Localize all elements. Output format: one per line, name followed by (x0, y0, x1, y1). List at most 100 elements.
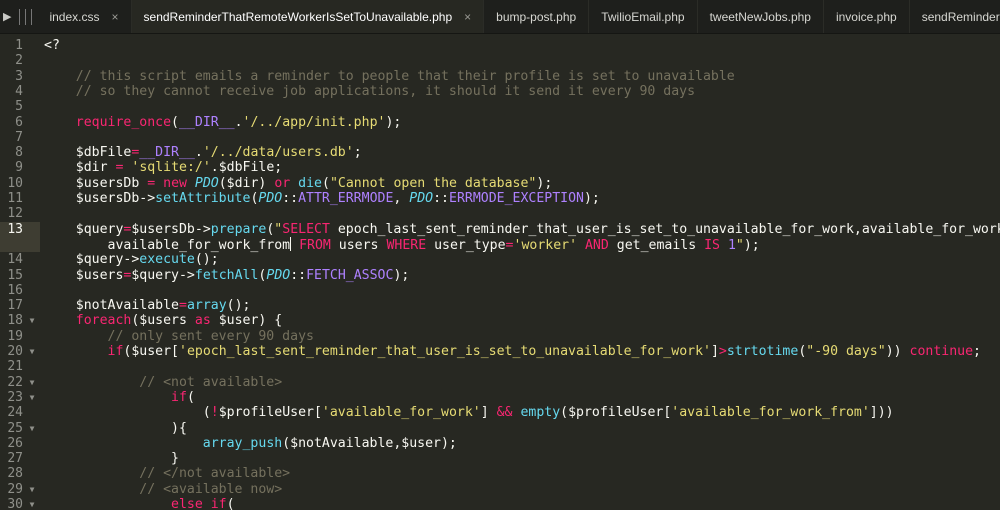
divider-icon (31, 8, 33, 25)
fold-arrow-icon[interactable]: ▼ (27, 390, 37, 405)
line-number: 28 (7, 466, 23, 482)
code-token: __DIR__ (139, 145, 195, 161)
code-line: available_for_work_from FROM users WHERE… (44, 236, 760, 253)
code-token: ] (710, 344, 719, 359)
divider-icon (25, 8, 27, 25)
code-editor[interactable]: <? // this script emails a reminder to p… (44, 34, 1000, 510)
code-line: ){ (44, 421, 187, 436)
tab-4[interactable]: tweetNewJobs.php (698, 0, 824, 33)
code-token: ( (44, 405, 211, 421)
tab-1[interactable]: sendReminderThatRemoteWorkerIsSetToUnava… (131, 0, 485, 33)
line-number: 30 (7, 497, 23, 510)
line-number: 15 (7, 267, 23, 283)
code-token: continue (909, 344, 974, 359)
line-number: 8 (15, 145, 23, 161)
tab-label: bump-post.php (496, 9, 577, 24)
code-token: $query-> (44, 252, 140, 268)
code-token: users (330, 237, 387, 253)
code-token: ; (973, 344, 981, 359)
close-icon[interactable]: × (112, 10, 119, 24)
code-token: :: (290, 267, 307, 283)
code-line: // <available now> (44, 482, 282, 497)
code-token: PDO (258, 191, 283, 206)
code-line: $users=$query->fetchAll(PDO::FETCH_ASSOC… (44, 267, 410, 283)
play-icon[interactable]: ▶ (3, 10, 11, 23)
code-token: empty (520, 405, 561, 421)
code-line: else if( (44, 497, 235, 510)
fold-arrow-icon[interactable]: ▼ (27, 497, 37, 510)
code-token: available_for_work_from (44, 237, 291, 253)
code-token: $notAvailable (44, 298, 179, 314)
code-token: ); (393, 267, 410, 283)
divider-icon (19, 8, 21, 25)
tab-label: sendReminderThatRemoteWorkerIsSetToUnava… (143, 9, 453, 24)
current-line-highlight (0, 236, 40, 253)
close-icon[interactable]: × (464, 10, 471, 24)
fold-arrow-icon[interactable]: ▼ (27, 313, 37, 328)
line-number: 2 (15, 53, 23, 69)
code-token: ($users (131, 313, 195, 329)
tab-6[interactable]: sendReminderThatJobAutoBumpSc (910, 0, 1000, 33)
code-line: $usersDb->setAttribute(PDO::ATTR_ERRMODE… (44, 191, 600, 206)
line-number: 11 (7, 191, 23, 206)
code-token: // <available now> (44, 481, 283, 497)
code-token: // only sent every 90 days (44, 328, 314, 344)
tab-label: tweetNewJobs.php (709, 9, 811, 24)
code-token: ($user[ (123, 344, 179, 359)
line-number: 13 (7, 221, 23, 237)
code-token: $usersDb-> (131, 221, 211, 237)
fold-arrow-icon[interactable]: ▼ (27, 421, 37, 436)
code-token: "Cannot open the database" (329, 175, 537, 191)
code-token: ! (210, 405, 219, 421)
code-token: $users (44, 267, 124, 283)
code-token: = (147, 175, 156, 191)
code-token: PDO (266, 267, 291, 283)
code-token: // so they cannot receive job applicatio… (44, 83, 696, 99)
line-number: 21 (7, 359, 23, 375)
tab-3[interactable]: TwilioEmail.php (589, 0, 698, 33)
code-line: // <not available> (44, 375, 282, 390)
code-token: or (274, 175, 291, 191)
line-number: 4 (15, 83, 23, 99)
code-token: array (186, 298, 227, 314)
code-token: $query (44, 221, 124, 237)
tab-label: index.css (49, 9, 100, 24)
tab-2[interactable]: bump-post.php (484, 0, 590, 33)
fold-arrow-icon[interactable]: ▼ (27, 375, 37, 390)
code-token: ){ (44, 420, 187, 436)
code-token: if (107, 344, 124, 359)
code-token: ( (171, 114, 179, 130)
code-token: foreach (75, 313, 132, 329)
code-token: epoch_last_sent_reminder_that_user_is_se… (329, 221, 1000, 237)
code-token: 'available_for_work_from' (671, 405, 870, 421)
tab-label: invoice.php (835, 9, 897, 24)
line-number: 22 (7, 374, 23, 390)
line-number: 3 (15, 68, 23, 84)
code-token: 'epoch_last_sent_reminder_that_user_is_s… (179, 344, 711, 359)
code-line: $dbFile=__DIR__.'/../data/users.db'; (44, 145, 362, 160)
code-token: . (194, 145, 203, 161)
code-token: ] (480, 405, 497, 421)
line-number: 25 (7, 420, 23, 436)
code-token: get_emails (608, 237, 705, 253)
code-token: // this script emails a reminder to peop… (44, 68, 735, 84)
code-token: (); (194, 252, 219, 268)
tab-0[interactable]: index.css × (37, 0, 132, 33)
code-line: // </not available> (44, 466, 290, 481)
line-number: 16 (7, 282, 23, 298)
code-token: $query-> (131, 267, 195, 283)
code-line: $usersDb = new PDO($dir) or die("Cannot … (44, 175, 553, 191)
fold-arrow-icon[interactable]: ▼ (27, 482, 37, 497)
tab-5[interactable]: invoice.php (824, 0, 910, 33)
line-number: 5 (15, 99, 23, 115)
code-token: . (234, 114, 243, 130)
code-line: require_once(__DIR__.'/../app/init.php')… (44, 114, 402, 130)
code-line: // only sent every 90 days (44, 329, 314, 344)
line-number: 9 (15, 160, 23, 176)
sidebar-toggle-controls[interactable]: ▶ (0, 0, 37, 33)
code-token: AND (584, 237, 609, 253)
fold-arrow-icon[interactable]: ▼ (27, 344, 37, 359)
code-line: $notAvailable=array(); (44, 298, 251, 314)
